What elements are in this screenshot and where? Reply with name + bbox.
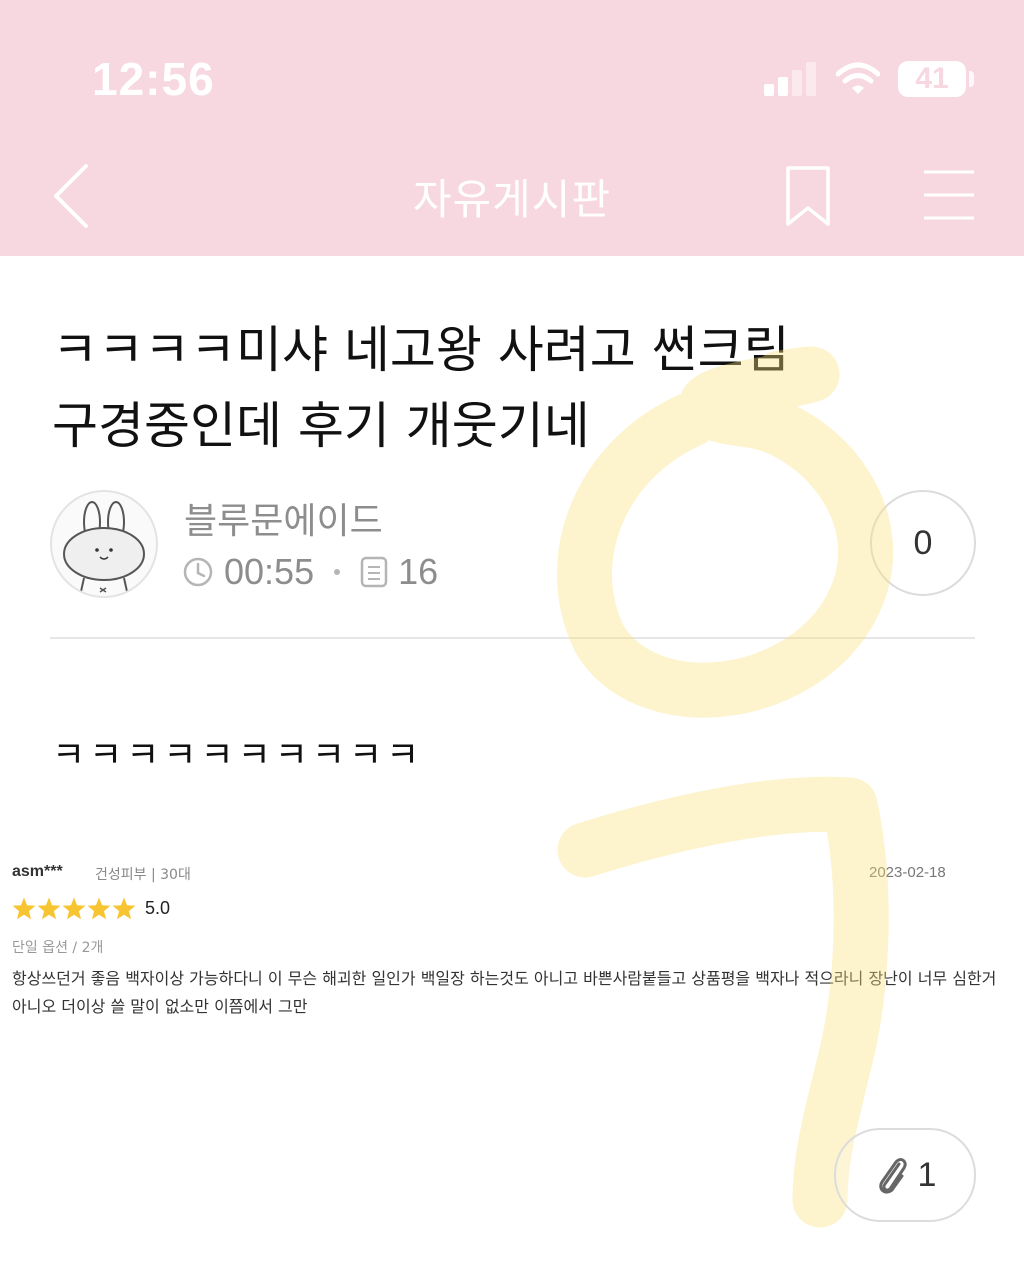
attachment-count: 1 <box>917 1155 937 1194</box>
review-text: 항상쓰던거 좋음 백자이상 가능하다니 이 무슨 해괴한 일인가 백일장 하는것… <box>12 969 997 1016</box>
bunny-avatar[interactable] <box>50 490 158 598</box>
menu-icon[interactable] <box>918 166 980 226</box>
document-icon <box>360 556 388 588</box>
status-time: 12:56 <box>92 53 215 105</box>
star-icon <box>62 897 86 920</box>
author-name[interactable]: 블루문에이드 <box>184 492 383 544</box>
bunny-avatar-drawing <box>63 501 145 596</box>
paperclip-icon <box>878 1158 907 1194</box>
wifi-icon <box>836 62 880 94</box>
top-header: 12:56 41 자유게시판 <box>0 0 1024 256</box>
star-icon <box>12 897 36 920</box>
post-time: 00:55 <box>224 551 315 592</box>
view-count: 16 <box>398 551 439 592</box>
post-title: ㅋㅋㅋㅋ미샤 네고왕 사려고 썬크림 구경중인데 후기 개웃기네 <box>52 321 790 455</box>
clock-icon <box>183 557 213 587</box>
separator-dot <box>334 569 341 575</box>
post-body: ㅋㅋㅋㅋㅋㅋㅋㅋㅋㅋ <box>52 735 424 776</box>
board-title: 자유게시판 <box>412 175 612 224</box>
like-button[interactable]: 0 <box>870 490 976 596</box>
battery-tip <box>969 71 974 87</box>
review-image: asm*** 건성피부 | 30대 2023-02-18 5.0 단일 옵션 /… <box>0 855 1024 1035</box>
review-date: 2023-02-18 <box>869 864 946 881</box>
bookmark-icon[interactable] <box>780 164 836 228</box>
review-user: asm*** <box>12 863 63 880</box>
battery-icon: 41 <box>898 61 966 97</box>
review-option: 단일 옵션 / 2개 <box>12 940 104 956</box>
signal-icon <box>764 62 816 96</box>
star-rating <box>12 897 136 920</box>
header-divider <box>50 637 975 639</box>
post-meta: 00:55 16 <box>182 550 438 594</box>
review-skin-type: 건성피부 | 30대 <box>95 867 191 883</box>
star-icon <box>37 897 61 920</box>
star-icon <box>112 897 136 920</box>
review-score: 5.0 <box>145 898 171 918</box>
star-icon <box>87 897 111 920</box>
attachment-button[interactable]: 1 <box>834 1128 976 1222</box>
